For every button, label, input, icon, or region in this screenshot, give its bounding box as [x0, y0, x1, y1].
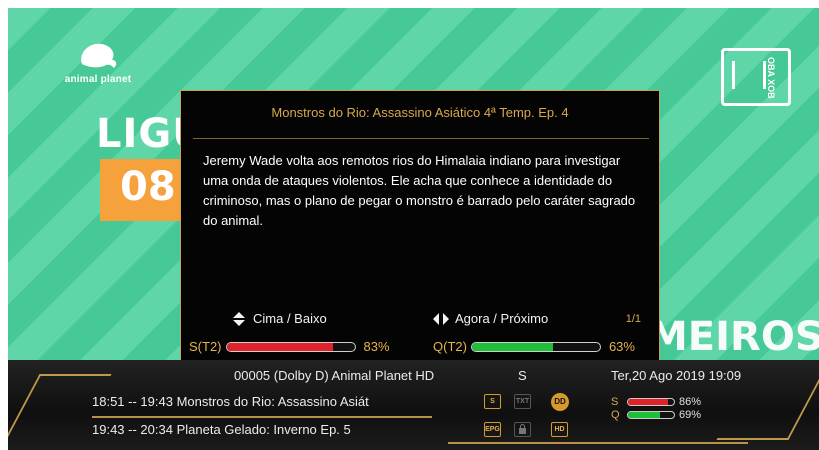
epg-popup-description: Jeremy Wade volta aos remotos rios do Hi…	[203, 153, 636, 228]
infobar-divider	[92, 416, 432, 418]
page-indicator: 1/1	[625, 313, 641, 325]
next-program[interactable]: 19:43 -- 20:34 Planeta Gelado: Inverno E…	[92, 422, 351, 437]
infobar-strength-value: 86%	[679, 396, 702, 408]
infobar-strength-label: S	[611, 396, 619, 408]
channel-info-bar: 00005 (Dolby D) Animal Planet HD S Ter,2…	[8, 360, 819, 450]
tv-screen: animal planet LIGU 08 MEIROS OBA XOB Mon…	[8, 8, 819, 450]
corner-channel-logo: OBA XOB	[721, 48, 791, 106]
hd-icon: HD	[551, 422, 568, 437]
elephant-icon	[81, 43, 117, 68]
corner-logo-text: OBA XOB	[766, 57, 776, 99]
nav-now-next-label: Agora / Próximo	[455, 311, 549, 326]
background-lower-word: MEIROS	[648, 314, 819, 360]
nav-up-down-hint[interactable]: Cima / Baixo	[231, 311, 327, 326]
signal-strength-label: S(T2)	[189, 339, 222, 354]
dolby-icon: DD	[551, 393, 569, 411]
infobar-strength-meter: S 86%	[611, 396, 701, 408]
current-program[interactable]: 18:51 -- 19:43 Monstros do Rio: Assassin…	[92, 394, 369, 409]
nav-now-next-hint[interactable]: Agora / Próximo	[433, 311, 548, 326]
infobar-quality-fill	[628, 412, 660, 418]
signal-strength-value: 83%	[363, 339, 390, 354]
signal-quality-meter: Q(T2) 63%	[433, 339, 635, 354]
current-program-time: 18:51 -- 19:43	[92, 394, 173, 409]
infobar-strength-fill	[628, 399, 668, 405]
signal-strength-meter: S(T2) 83%	[189, 339, 390, 354]
signal-quality-value: 63%	[608, 339, 635, 354]
epg-popup-title: Monstros do Rio: Assassino Asiático 4ª T…	[271, 105, 569, 120]
signal-strength-bar	[225, 341, 356, 352]
service-type: S	[518, 368, 527, 383]
infobar-quality-bar	[627, 411, 675, 419]
epg-info-popup: Monstros do Rio: Assassino Asiático 4ª T…	[180, 90, 660, 362]
channel-name-line: 00005 (Dolby D) Animal Planet HD	[234, 368, 435, 383]
background-badge-number: 08	[120, 164, 176, 210]
corner-logo-mark	[732, 61, 766, 89]
lock-icon	[514, 422, 531, 437]
signal-quality-label: Q(T2)	[433, 339, 467, 354]
signal-strength-fill	[226, 342, 333, 351]
signal-quality-fill	[471, 342, 553, 351]
signal-quality-bar	[470, 341, 601, 352]
infobar-quality-meter: Q 69%	[611, 409, 701, 421]
updown-arrows-icon	[233, 311, 245, 326]
animal-planet-logo: animal planet	[52, 38, 144, 94]
teletext-icon: TXT	[514, 394, 531, 409]
next-program-title: Planeta Gelado: Inverno Ep. 5	[176, 422, 351, 437]
infobar-quality-value: 69%	[679, 409, 702, 421]
current-program-title: Monstros do Rio: Assassino Asiát	[176, 394, 369, 409]
infobar-quality-label: Q	[611, 409, 620, 421]
epg-icon: EPG	[484, 422, 501, 437]
infobar-frame-right	[716, 374, 819, 440]
epg-popup-divider	[193, 138, 649, 139]
infobar-strength-bar	[627, 398, 675, 406]
next-program-time: 19:43 -- 20:34	[92, 422, 173, 437]
animal-planet-text: animal planet	[64, 74, 132, 85]
subtitle-icon: S	[484, 394, 501, 409]
leftright-arrows-icon	[433, 312, 449, 325]
infobar-bottom-line	[448, 442, 748, 444]
nav-up-down-label: Cima / Baixo	[253, 311, 327, 326]
date-time: Ter,20 Ago 2019 19:09	[611, 368, 742, 383]
